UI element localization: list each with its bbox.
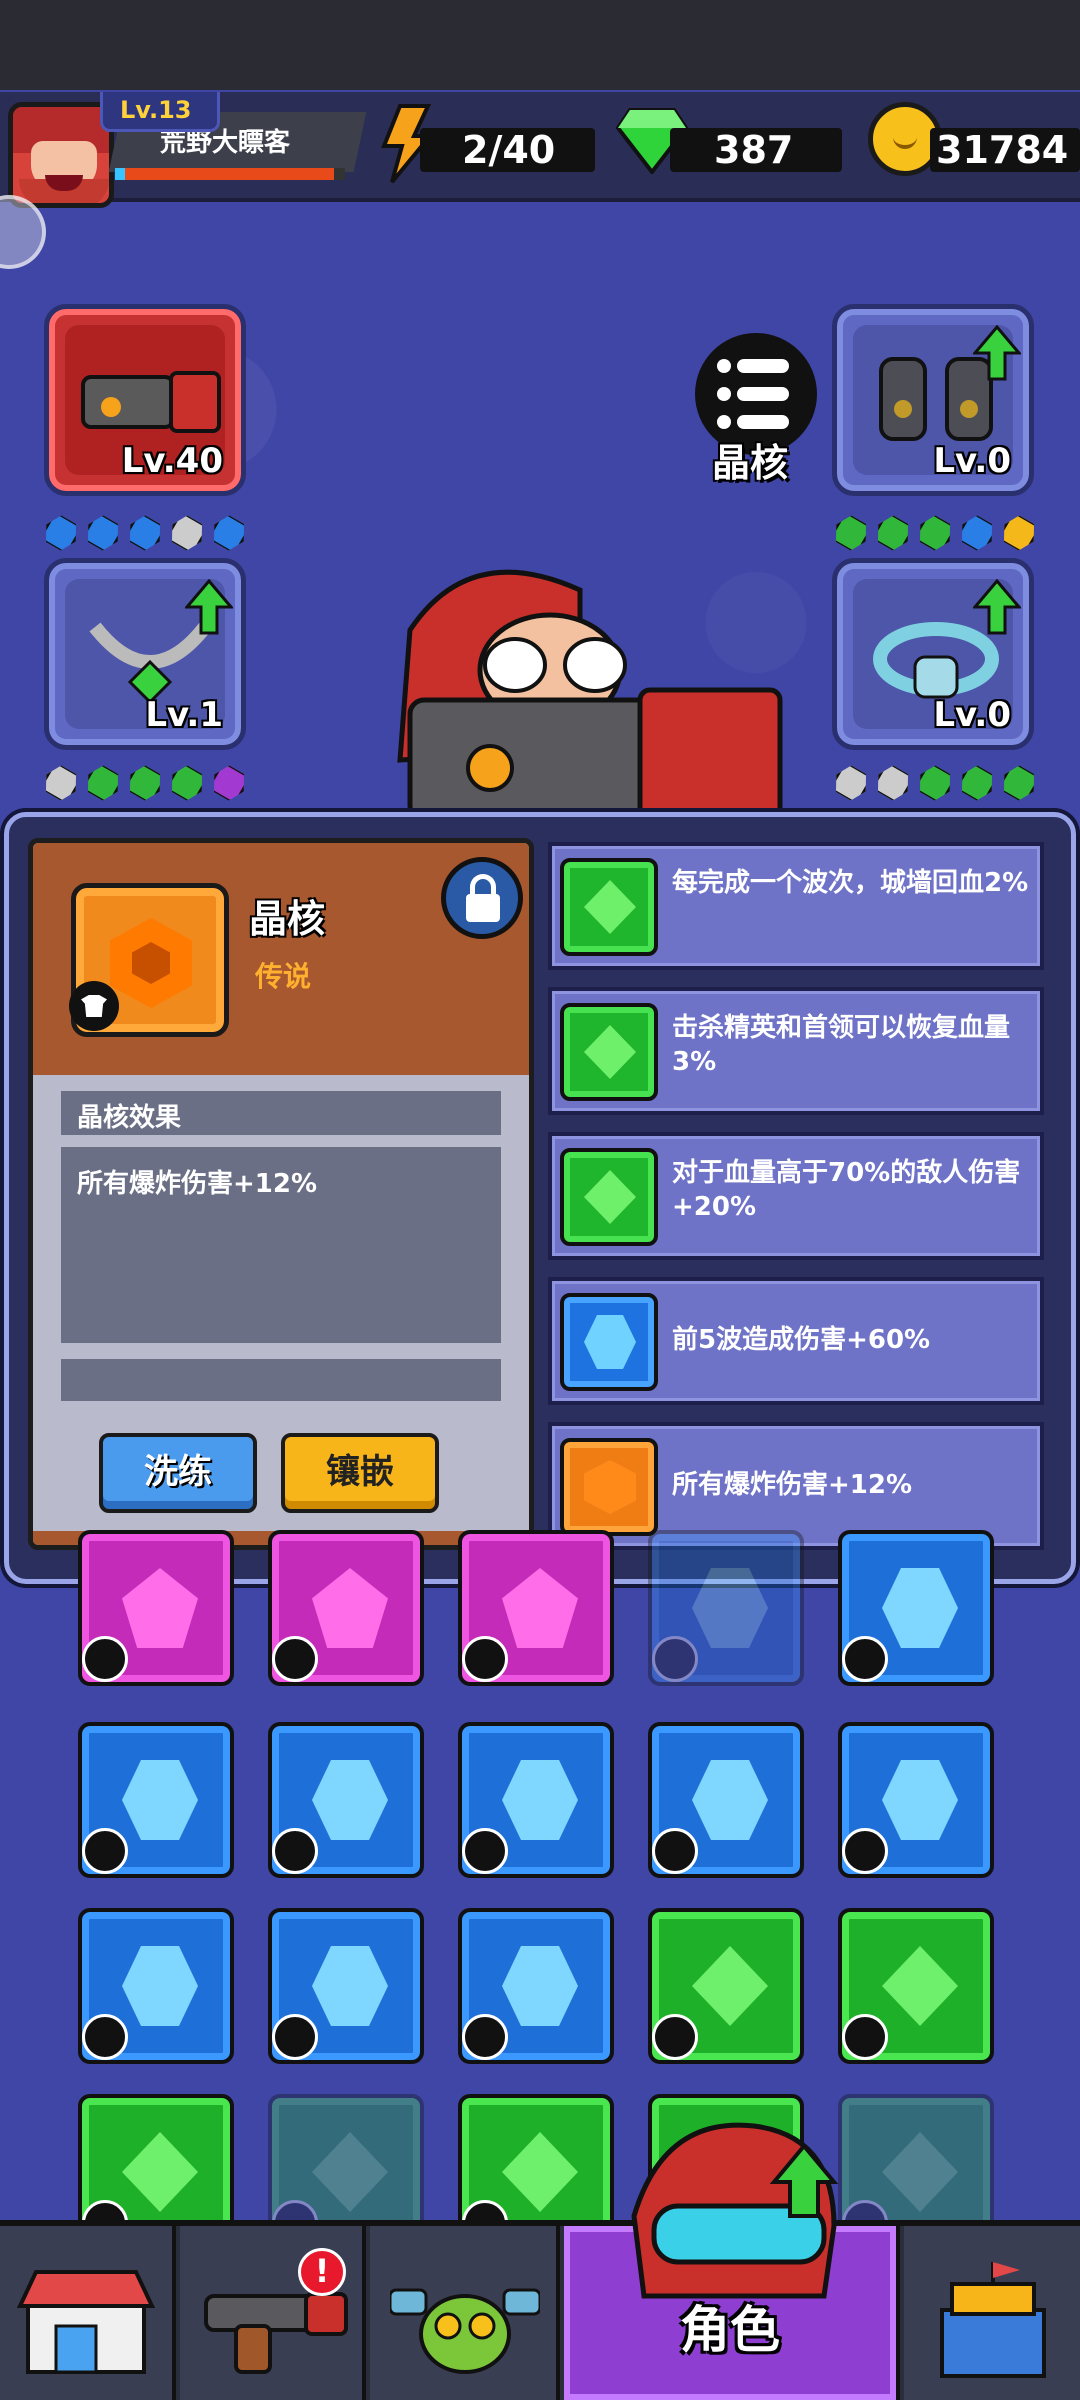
option-text: 每完成一个波次，城墙回血2% <box>672 868 1029 898</box>
energy-value: 2/40 <box>462 128 556 172</box>
hero-character <box>397 569 783 833</box>
option-row[interactable]: 击杀精英和首领可以恢复血量3% <box>548 987 1044 1115</box>
inventory-crystal[interactable] <box>78 1908 234 2064</box>
coin-value: 31784 <box>936 128 1069 172</box>
inventory-crystal[interactable] <box>838 1530 994 1686</box>
inventory-crystal[interactable] <box>458 1722 614 1878</box>
weapon-star-dots <box>44 516 246 550</box>
gem-value: 387 <box>714 128 794 172</box>
inventory-crystal[interactable] <box>268 1722 424 1878</box>
inventory-crystal[interactable] <box>78 1722 234 1878</box>
inventory-crystal[interactable] <box>268 1908 424 2064</box>
unlock-icon[interactable] <box>441 857 523 939</box>
pet-icon <box>390 2288 540 2374</box>
effect-header-label: 晶核效果 <box>77 1103 182 1133</box>
effect-header: 晶核效果 <box>61 1091 501 1135</box>
option-text: 对于血量高于70%的敌人伤害+20% <box>672 1158 1021 1222</box>
necklace-level: Lv.1 <box>145 695 223 735</box>
armor-level: Lv.0 <box>933 441 1011 481</box>
green-crystal-icon <box>560 858 658 956</box>
castle-icon <box>940 2262 1046 2378</box>
green-crystal-icon <box>560 1003 658 1101</box>
cannon-icon <box>81 371 221 433</box>
inventory-crystal[interactable] <box>648 1530 804 1686</box>
crystal-detail-card: 晶核 传说 晶核效果 所有爆炸伤害+12% 洗练 镶嵌 <box>28 838 534 1550</box>
shirt-icon <box>69 981 119 1031</box>
shop-icon <box>16 2270 156 2374</box>
armor-slot[interactable]: Lv.0 <box>832 304 1034 496</box>
nav-tab-character-label: 角色 <box>680 2301 780 2359</box>
inventory-crystal[interactable] <box>648 1908 804 2064</box>
option-row[interactable]: 对于血量高于70%的敌人伤害+20% <box>548 1132 1044 1260</box>
nav-tab-castle[interactable] <box>904 2226 1080 2400</box>
player-hp-bar <box>115 168 345 180</box>
option-row[interactable]: 每完成一个波次，城墙回血2% <box>548 842 1044 970</box>
armor-star-dots <box>834 516 1036 550</box>
ring-level: Lv.0 <box>933 695 1011 735</box>
nav-tab-pets[interactable] <box>370 2226 560 2400</box>
necklace-slot[interactable]: Lv.1 <box>44 558 246 750</box>
upgrade-arrow-icon <box>973 579 1021 635</box>
inventory-crystal[interactable] <box>458 1530 614 1686</box>
wash-button[interactable]: 洗练 <box>99 1433 257 1513</box>
option-text: 前5波造成伤害+60% <box>672 1325 931 1355</box>
option-text: 击杀精英和首领可以恢复血量3% <box>672 1013 1011 1077</box>
inlay-button[interactable]: 镶嵌 <box>281 1433 439 1513</box>
upgrade-arrow-icon <box>185 579 233 635</box>
effect-text: 所有爆炸伤害+12% <box>77 1169 318 1199</box>
ring-slot[interactable]: Lv.0 <box>832 558 1034 750</box>
detail-rarity: 传说 <box>255 960 312 993</box>
character-icon <box>631 2122 839 2299</box>
blue-crystal-icon <box>560 1293 658 1391</box>
orange-crystal-icon <box>560 1438 658 1536</box>
weapon-level: Lv.40 <box>121 441 223 481</box>
inventory-crystal[interactable] <box>648 1722 804 1878</box>
option-text: 所有爆炸伤害+12% <box>672 1470 913 1500</box>
inventory-crystal[interactable] <box>838 1908 994 2064</box>
ring-star-dots <box>834 766 1036 800</box>
inventory-crystal[interactable] <box>458 1908 614 2064</box>
crystal-menu-label: 晶核 <box>712 441 789 485</box>
weapon-slot[interactable]: Lv.40 <box>44 304 246 496</box>
option-row[interactable]: 前5波造成伤害+60% <box>548 1277 1044 1405</box>
inventory-crystal[interactable] <box>78 1530 234 1686</box>
effect-body: 所有爆炸伤害+12% <box>61 1147 501 1343</box>
detail-title: 晶核 <box>249 897 326 941</box>
status-bar <box>0 0 1080 90</box>
inventory-crystal[interactable] <box>268 1530 424 1686</box>
upgrade-arrow-icon <box>973 325 1021 381</box>
player-level: Lv.13 <box>120 96 192 124</box>
green-crystal-icon <box>560 1148 658 1246</box>
nav-tab-weapons[interactable] <box>180 2226 366 2400</box>
inventory-crystal[interactable] <box>838 1722 994 1878</box>
necklace-star-dots <box>44 766 246 800</box>
effect-empty-row <box>61 1359 501 1401</box>
alert-badge: ! <box>298 2248 346 2296</box>
nav-tab-shop[interactable] <box>0 2226 176 2400</box>
player-avatar[interactable] <box>8 102 114 208</box>
